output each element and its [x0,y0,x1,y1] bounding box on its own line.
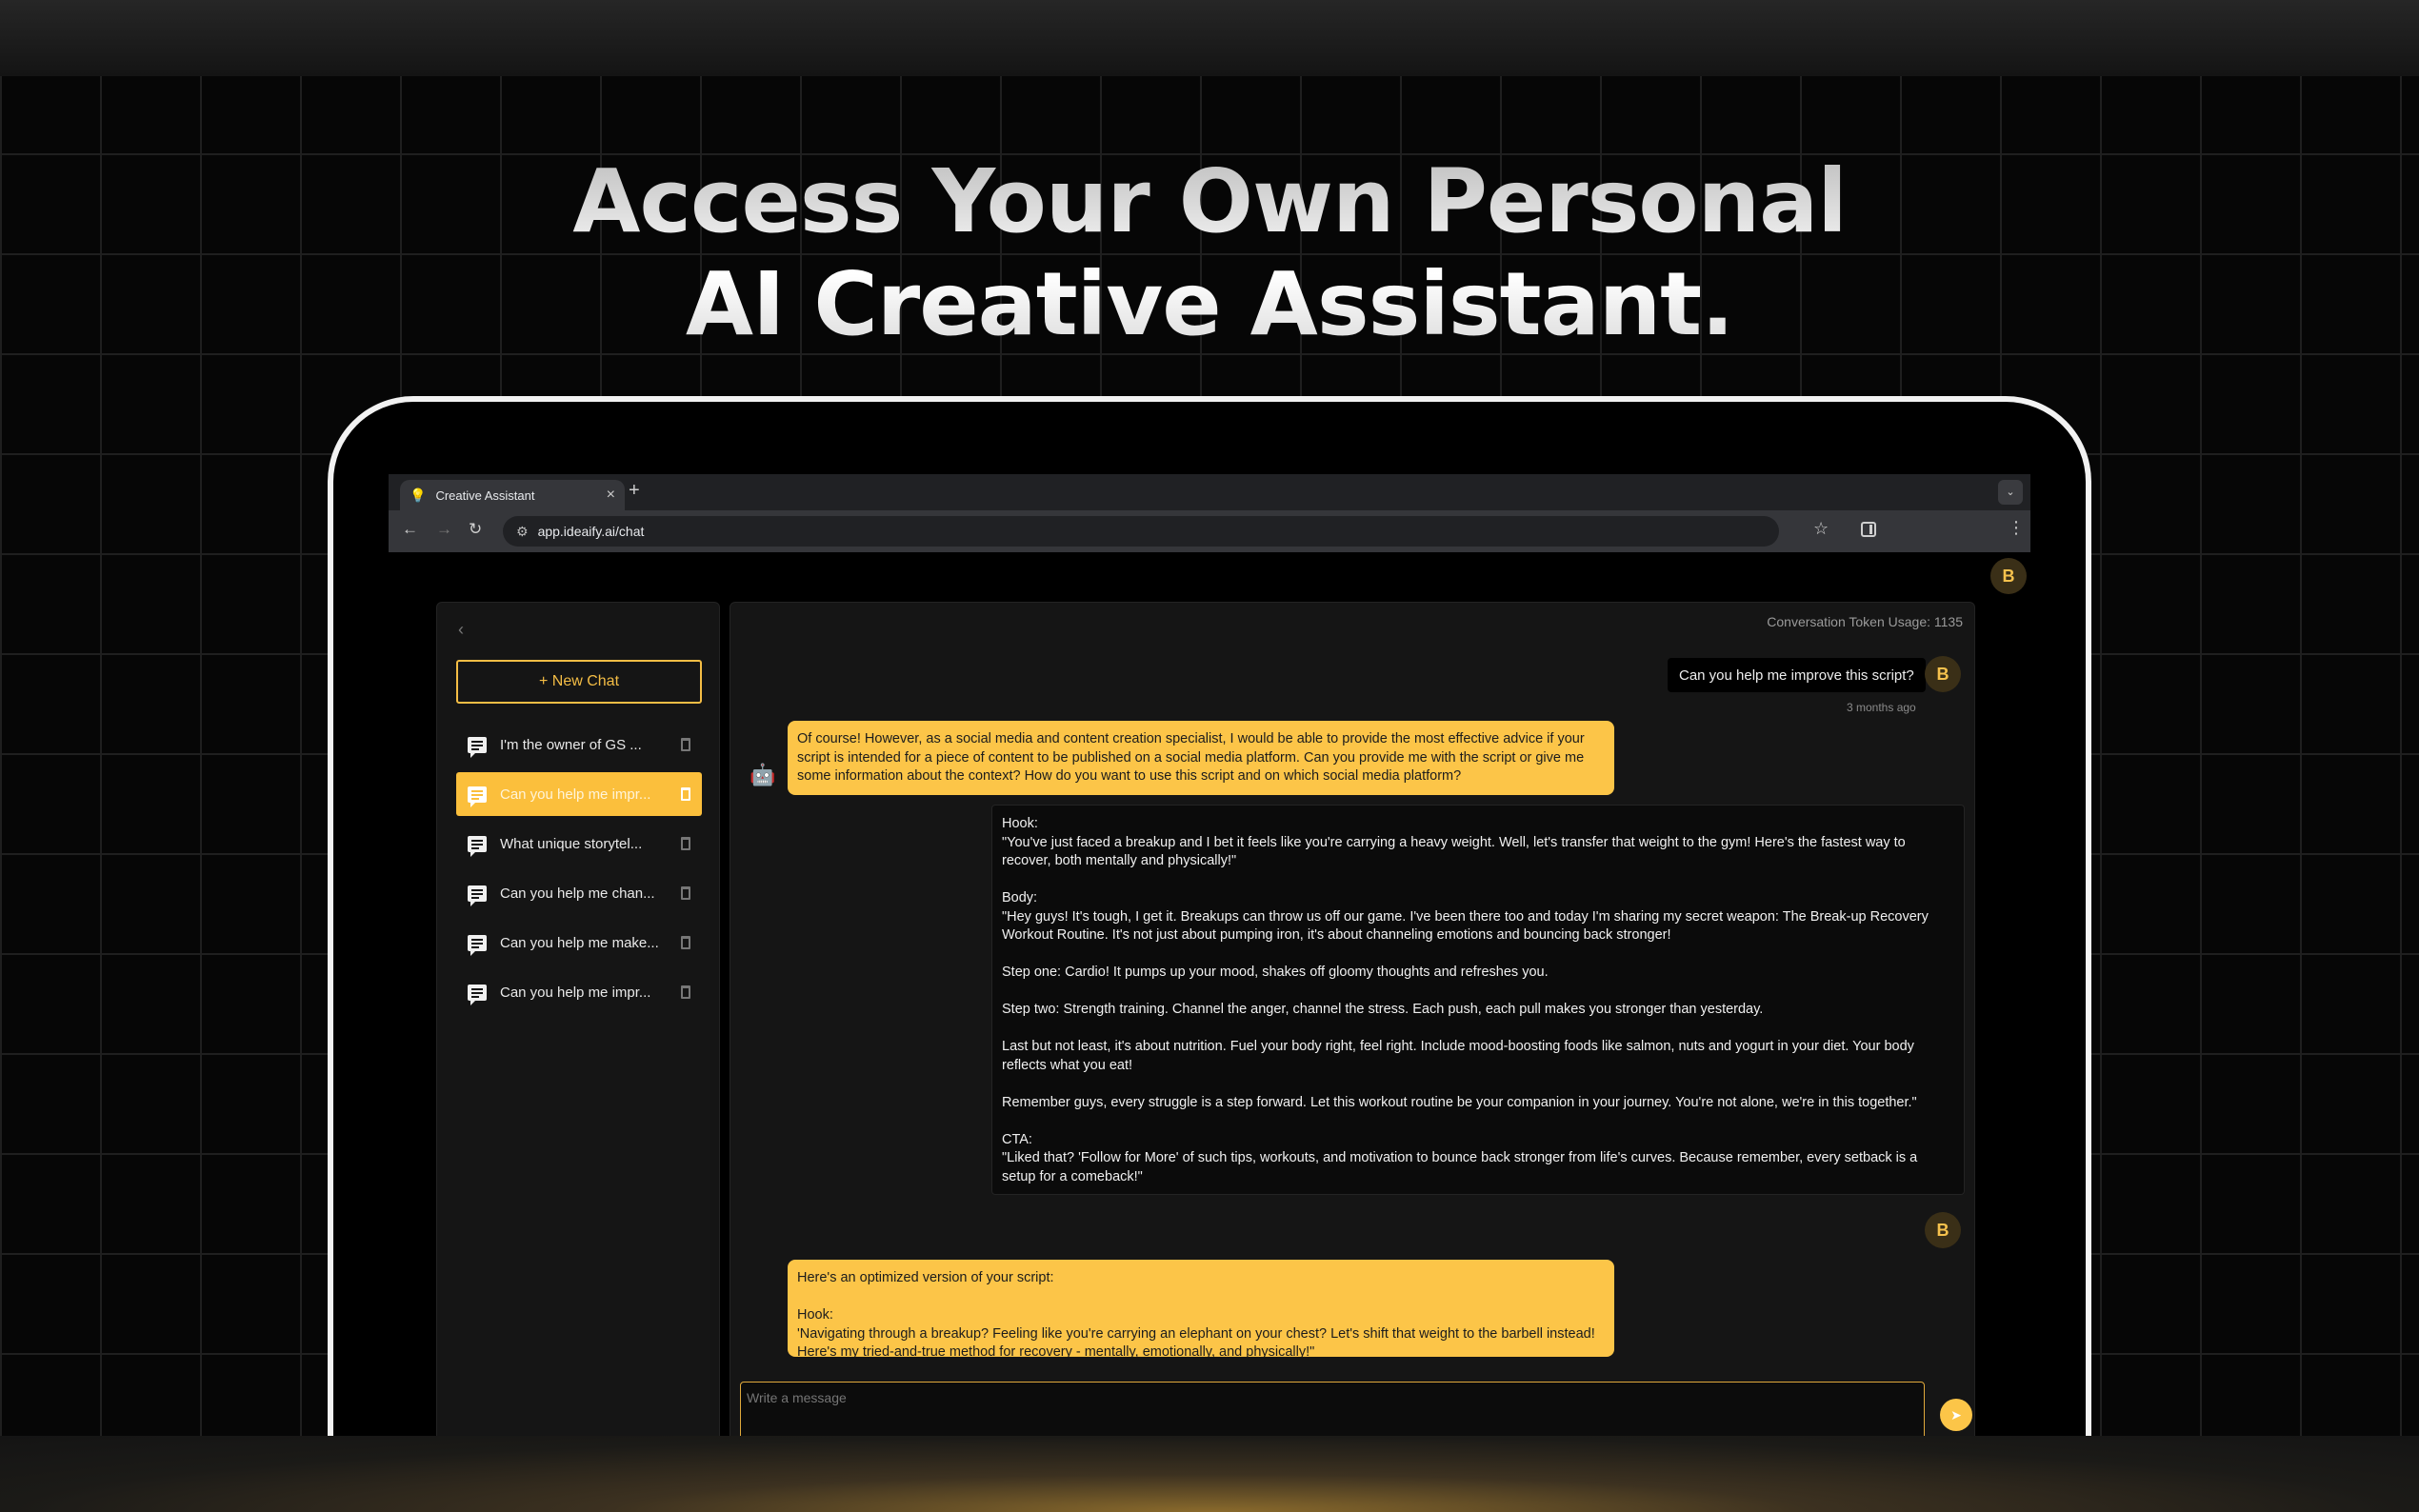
chat-bubble-icon [468,885,487,906]
message-timestamp: 3 months ago [1847,701,1916,714]
assistant-message: Here's an optimized version of your scri… [788,1260,1614,1357]
user-avatar[interactable]: B [1990,558,2027,594]
chat-bubble-icon [468,934,487,956]
forward-arrow-icon[interactable]: → [436,520,452,539]
delete-chat-trash-icon[interactable] [681,886,690,900]
url-field[interactable]: ⚙ app.ideaify.ai/chat [503,516,1779,547]
top-band [0,0,2419,76]
reload-icon[interactable]: ↻ [469,520,482,539]
chat-history-label: What unique storytel... [500,835,643,852]
url-text: app.ideaify.ai/chat [537,524,645,539]
chat-history-label: Can you help me make... [500,934,659,951]
chat-panel: Conversation Token Usage: 1135 Can you h… [730,602,1975,1436]
browser-menu-icon[interactable]: ⋮ [2008,518,2025,538]
chat-history-item-active[interactable]: Can you help me impr... [456,772,702,816]
robot-icon: 🤖 [750,763,776,786]
chat-history-label: I'm the owner of GS ... [500,736,642,753]
user-message-avatar: B [1925,1212,1961,1248]
lightbulb-icon: 💡 [410,487,427,503]
chat-history-item[interactable]: Can you help me impr... [456,970,702,1014]
new-chat-button[interactable]: + New Chat [456,660,702,704]
delete-chat-trash-icon[interactable] [681,936,690,949]
token-usage: Conversation Token Usage: 1135 [1767,614,1963,629]
delete-chat-trash-icon[interactable] [681,985,690,999]
headline-line-2: AI Creative Assistant. [685,253,1734,355]
new-tab-icon[interactable]: + [629,480,640,502]
user-message: Can you help me improve this script? [1668,658,1926,692]
chat-history-label: Can you help me impr... [500,984,651,1001]
browser-tab[interactable]: 💡 Creative Assistant × [400,480,625,510]
bookmark-star-icon[interactable]: ☆ [1813,519,1829,539]
tab-title: Creative Assistant [435,487,535,503]
delete-chat-trash-icon[interactable] [681,738,690,751]
chat-bubble-icon [468,786,487,807]
send-icon[interactable]: ➤ [1940,1399,1972,1431]
chat-history-item[interactable]: I'm the owner of GS ... [456,723,702,766]
close-tab-icon[interactable]: × [607,487,615,504]
chat-sidebar: ‹ + New Chat I'm the owner of GS ... Can… [436,602,720,1436]
chat-history-label: Can you help me impr... [500,786,651,803]
bottom-glow [0,1436,2419,1512]
app-area: B ‹ + New Chat I'm the owner of GS ... C… [389,552,2030,1436]
back-arrow-icon[interactable]: ← [402,520,418,539]
chat-history-label: Can you help me chan... [500,885,655,902]
user-message-avatar: B [1925,656,1961,692]
chat-bubble-icon [468,835,487,857]
site-settings-icon[interactable]: ⚙ [516,524,529,540]
side-panel-icon[interactable] [1861,522,1876,537]
delete-chat-trash-icon[interactable] [681,787,690,801]
chat-history-item[interactable]: Can you help me chan... [456,871,702,915]
user-script-message: Hook: "You've just faced a breakup and I… [991,805,1965,1195]
collapse-sidebar-chevron-icon[interactable]: ‹ [458,620,464,640]
message-input[interactable] [740,1382,1925,1436]
address-bar: ← → ↻ ⚙ app.ideaify.ai/chat ☆ ⋮ [389,510,2030,552]
assistant-message: Of course! However, as a social media an… [788,721,1614,795]
chat-bubble-icon [468,736,487,758]
chat-history-item[interactable]: Can you help me make... [456,921,702,965]
delete-chat-trash-icon[interactable] [681,837,690,850]
tab-search-chevron-icon[interactable]: ⌄ [1998,480,2023,505]
hero-headline: Access Your Own Personal AI Creative Ass… [0,150,2419,356]
chat-bubble-icon [468,984,487,1005]
headline-line-1: Access Your Own Personal [572,150,1847,252]
browser-window: 💡 Creative Assistant × + ⌄ ← → ↻ ⚙ app.i… [389,474,2030,1436]
chat-history-item[interactable]: What unique storytel... [456,822,702,865]
tab-bar: 💡 Creative Assistant × + ⌄ [389,474,2030,510]
